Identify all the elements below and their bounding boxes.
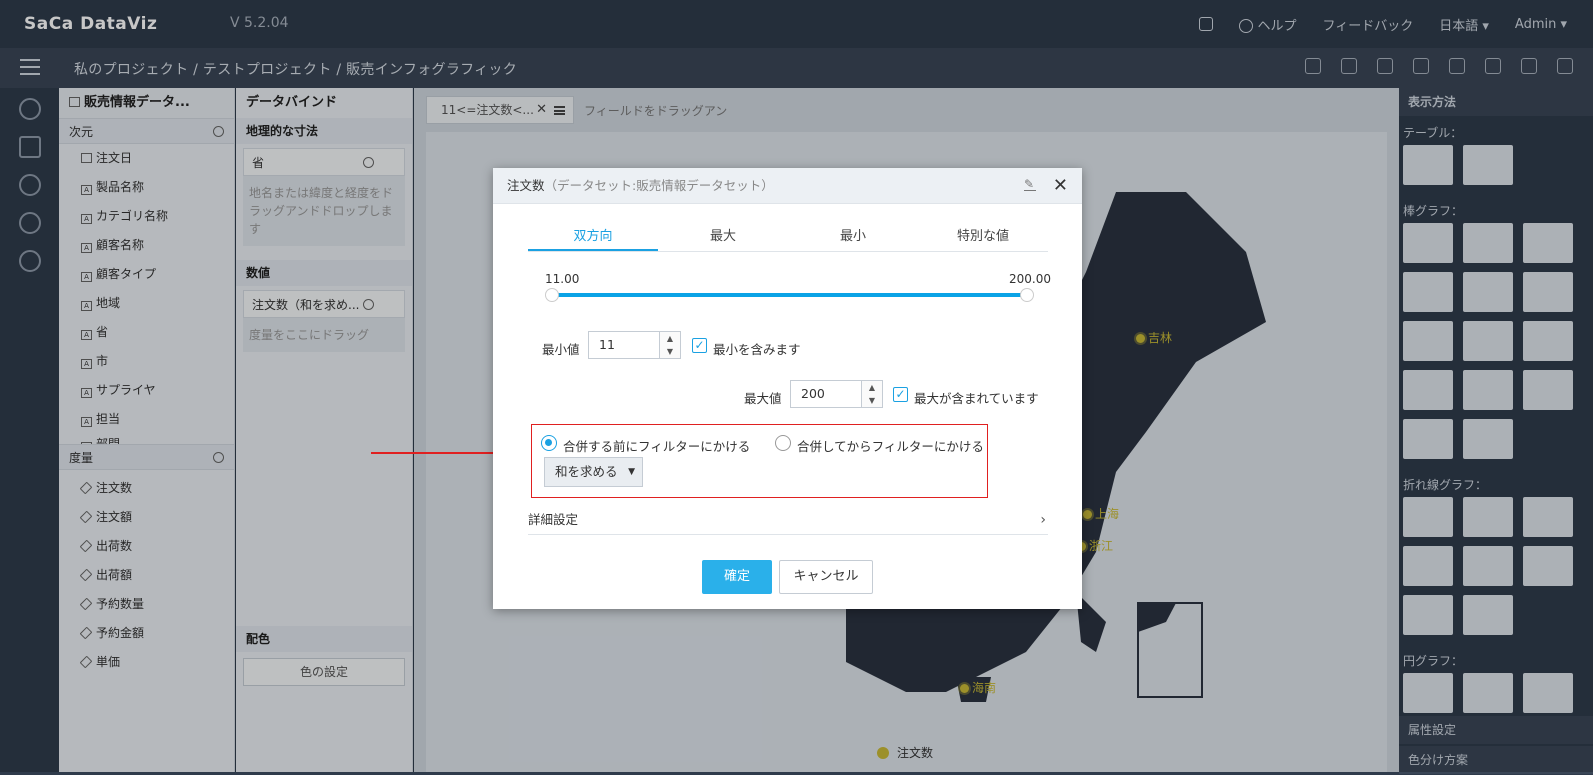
min-value-label: 最小値 xyxy=(542,342,580,357)
filter-dialog: 注文数（データセット:販売情報データセット） ✎ ✕ 双方向 最大 最小 特別な… xyxy=(493,168,1082,609)
range-slider-max-handle[interactable] xyxy=(1020,288,1034,302)
dialog-title: 注文数 xyxy=(507,178,545,193)
tab-special[interactable]: 特別な値 xyxy=(918,222,1048,251)
range-slider-track[interactable] xyxy=(554,293,1022,297)
min-include-label: 最小を含みます xyxy=(713,342,801,357)
filter-after-merge-radio[interactable] xyxy=(775,435,791,451)
aggregate-select[interactable]: 和を求める ▼ xyxy=(544,457,643,487)
max-value-input[interactable]: 200 xyxy=(790,380,862,408)
confirm-button[interactable]: 確定 xyxy=(702,560,772,594)
filter-before-merge-label: 合併する前にフィルターにかける xyxy=(563,439,751,454)
min-value-stepper[interactable]: ▲ ▼ xyxy=(659,331,681,359)
close-icon[interactable]: ✕ xyxy=(1053,168,1068,204)
advanced-settings-row[interactable]: 詳細設定 › xyxy=(528,509,1048,535)
chevron-down-icon: ▼ xyxy=(628,467,635,477)
max-value-stepper[interactable]: ▲ ▼ xyxy=(861,380,883,408)
filter-before-merge-radio[interactable] xyxy=(541,435,557,451)
pencil-icon[interactable]: ✎ xyxy=(1024,178,1036,191)
max-include-label: 最大が含まれています xyxy=(914,391,1039,406)
range-slider-min-handle[interactable] xyxy=(545,288,559,302)
dialog-header: 注文数（データセット:販売情報データセット） ✎ ✕ xyxy=(493,168,1082,204)
cancel-button[interactable]: キャンセル xyxy=(779,560,873,594)
dialog-subtitle: （データセット:販売情報データセット） xyxy=(544,178,774,193)
tab-bidirectional[interactable]: 双方向 xyxy=(528,222,658,251)
range-min-label: 11.00 xyxy=(545,272,580,286)
tab-max[interactable]: 最大 xyxy=(658,222,788,251)
filter-mode-tabs: 双方向 最大 最小 特別な値 xyxy=(528,222,1048,252)
filter-after-merge-label: 合併してからフィルターにかける xyxy=(797,439,984,454)
max-value-label: 最大値 xyxy=(744,391,782,406)
tab-min[interactable]: 最小 xyxy=(788,222,918,251)
chevron-right-icon: › xyxy=(1040,512,1046,528)
max-include-checkbox[interactable]: ✓ xyxy=(893,387,908,402)
min-value-input[interactable]: 11 xyxy=(588,331,660,359)
min-include-checkbox[interactable]: ✓ xyxy=(692,338,707,353)
range-max-label: 200.00 xyxy=(1009,272,1051,286)
